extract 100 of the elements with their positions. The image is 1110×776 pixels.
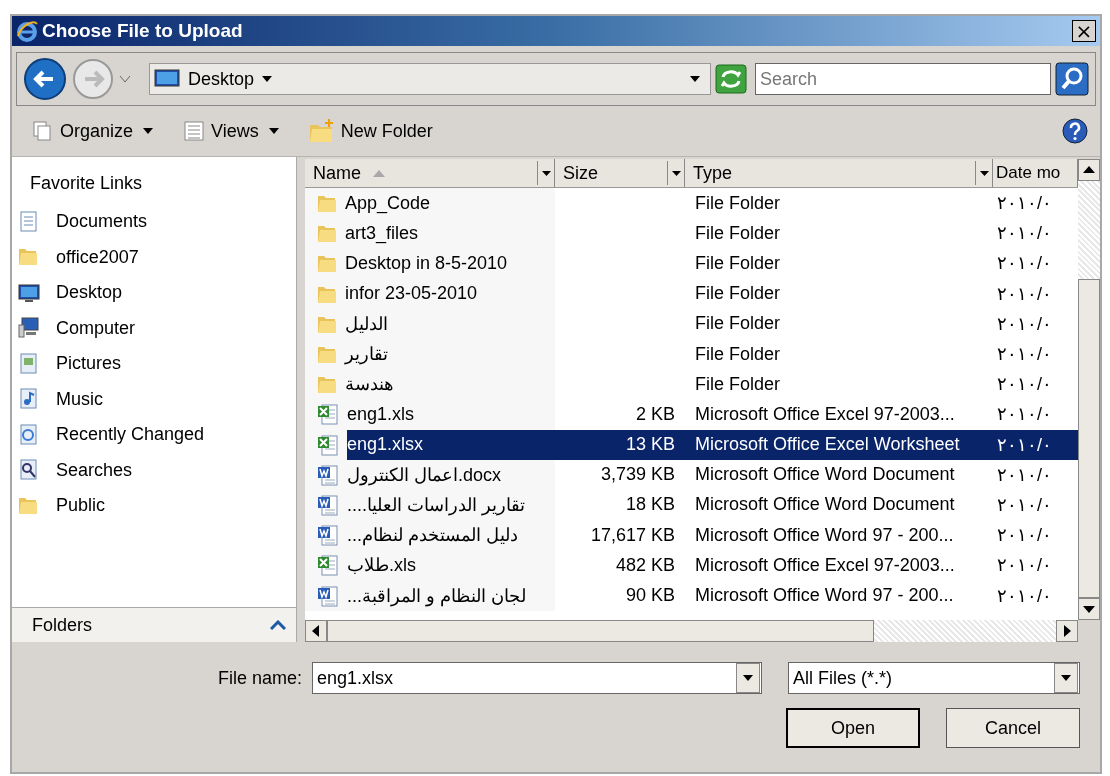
sidebar-item[interactable]: Public xyxy=(12,488,296,524)
sidebar-item[interactable]: Music xyxy=(12,381,296,417)
search-button[interactable] xyxy=(1055,62,1089,96)
refresh-button[interactable] xyxy=(715,64,747,94)
dropdown-button[interactable] xyxy=(537,161,554,185)
file-date: ٢٠١٠/٠ xyxy=(997,252,1052,275)
file-type: File Folder xyxy=(695,252,781,274)
column-header[interactable]: Type xyxy=(685,159,993,187)
field-label: File name: xyxy=(217,667,302,689)
browser-icon xyxy=(16,20,38,42)
file-name: eng1.xlsx xyxy=(347,434,424,456)
documents-icon xyxy=(18,210,40,233)
file-type: Microsoft Office Word 97 - 200... xyxy=(695,585,954,607)
file-name: ...دليل المستخدم لنظام xyxy=(347,524,519,547)
file-date: ٢٠١٠/٠ xyxy=(997,433,1052,456)
toolbar-button[interactable]: Views xyxy=(179,118,263,144)
spreadsheet-icon xyxy=(317,554,339,577)
file-date: ٢٠١٠/٠ xyxy=(997,554,1052,577)
sidebar-item[interactable]: Computer xyxy=(12,310,296,346)
file-size: 90 KB xyxy=(625,585,675,607)
file-name: طلاب.xls xyxy=(347,554,416,577)
sidebar-item[interactable]: office2007 xyxy=(12,239,296,275)
horizontal-scrollbar[interactable] xyxy=(305,620,1078,642)
document-icon xyxy=(317,493,339,516)
scroll-down-button[interactable] xyxy=(1078,598,1100,620)
folders-toggle[interactable]: Folders xyxy=(12,607,296,642)
file-name: تقارير xyxy=(345,343,388,366)
caret-icon[interactable] xyxy=(1061,675,1071,681)
music-icon xyxy=(18,388,40,411)
folder-icon xyxy=(317,253,337,274)
toolbar-button[interactable]: Organize xyxy=(28,118,138,144)
section-heading: Favorite Links xyxy=(29,172,144,195)
file-name: infor 23-05-2010 xyxy=(345,283,478,305)
file-type: File Folder xyxy=(695,373,781,395)
sidebar-item[interactable]: Pictures xyxy=(12,346,296,382)
file-date: ٢٠١٠/٠ xyxy=(997,493,1052,516)
magnifier-icon xyxy=(18,459,40,482)
column-title: Date mo xyxy=(996,163,1061,183)
file-name: الدليل xyxy=(345,312,388,335)
document-icon xyxy=(317,584,339,607)
window-title: Choose File to Upload xyxy=(42,20,243,42)
file-size: 17,617 KB xyxy=(590,524,675,546)
monitor-icon xyxy=(18,281,40,304)
caret-icon[interactable] xyxy=(143,128,154,134)
monitor-icon xyxy=(154,69,180,89)
caret-icon[interactable] xyxy=(690,76,700,82)
file-date: ٢٠١٠/٠ xyxy=(997,312,1052,335)
column-title: Name xyxy=(313,162,361,184)
file-name: اعمال الكنترول.docx xyxy=(347,463,502,486)
open-button[interactable]: Open xyxy=(786,708,920,748)
caret-icon xyxy=(743,675,753,681)
close-button[interactable]: × xyxy=(1072,20,1096,42)
file-name-combo[interactable]: eng1.xlsx xyxy=(312,662,762,694)
file-name: ....تقارير الدراسات العليا xyxy=(347,493,526,516)
address-field[interactable]: Desktop xyxy=(149,63,711,95)
file-type-dropdown[interactable]: All Files (*.*) xyxy=(788,662,1080,694)
file-date: ٢٠١٠/٠ xyxy=(997,463,1052,486)
dropdown-button[interactable] xyxy=(736,663,760,693)
file-type: File Folder xyxy=(695,313,781,335)
scroll-right-button[interactable] xyxy=(1056,620,1078,642)
toolbar-button[interactable]: New Folder xyxy=(304,116,437,146)
file-date: ٢٠١٠/٠ xyxy=(997,282,1052,305)
column-header[interactable]: Name xyxy=(305,159,555,187)
scroll-thumb[interactable] xyxy=(327,620,874,642)
help-icon[interactable] xyxy=(1062,118,1088,144)
document-icon xyxy=(317,463,339,486)
spreadsheet-icon xyxy=(317,433,339,456)
column-title: Size xyxy=(563,162,598,184)
computer-icon xyxy=(18,317,40,340)
folder-icon xyxy=(317,344,337,365)
scroll-up-button[interactable] xyxy=(1078,159,1100,181)
folder-icon xyxy=(317,193,337,214)
file-date: ٢٠١٠/٠ xyxy=(997,222,1052,245)
back-button[interactable] xyxy=(23,57,67,101)
caret-icon[interactable] xyxy=(268,128,279,134)
sidebar-item[interactable]: Desktop xyxy=(12,275,296,311)
spreadsheet-icon xyxy=(317,403,339,426)
search-field[interactable]: Search xyxy=(755,63,1051,95)
file-name: ...لجان النظام و المراقبة xyxy=(347,584,527,607)
cancel-button[interactable]: Cancel xyxy=(946,708,1080,748)
caret-icon[interactable] xyxy=(262,76,273,82)
scroll-left-button[interactable] xyxy=(305,620,327,642)
sidebar-item[interactable]: Documents xyxy=(12,204,296,240)
new-folder-icon xyxy=(308,118,335,144)
file-size: 482 KB xyxy=(615,554,675,576)
file-name: eng1.xls xyxy=(347,403,415,425)
sort-up-icon xyxy=(373,169,385,177)
sidebar-item[interactable]: Searches xyxy=(12,452,296,488)
file-type: File Folder xyxy=(695,192,781,214)
file-date: ٢٠١٠/٠ xyxy=(997,343,1052,366)
file-date: ٢٠١٠/٠ xyxy=(997,373,1052,396)
sidebar-item[interactable]: Recently Changed xyxy=(12,417,296,453)
location-text: Desktop xyxy=(188,68,255,90)
scroll-thumb[interactable] xyxy=(1078,279,1100,598)
dropdown-button[interactable] xyxy=(667,161,684,185)
column-header[interactable]: Size xyxy=(555,159,685,187)
dropdown-button[interactable] xyxy=(975,161,992,185)
list-icon xyxy=(183,120,206,142)
vertical-scrollbar[interactable] xyxy=(1078,159,1100,620)
file-date: ٢٠١٠/٠ xyxy=(997,524,1052,547)
